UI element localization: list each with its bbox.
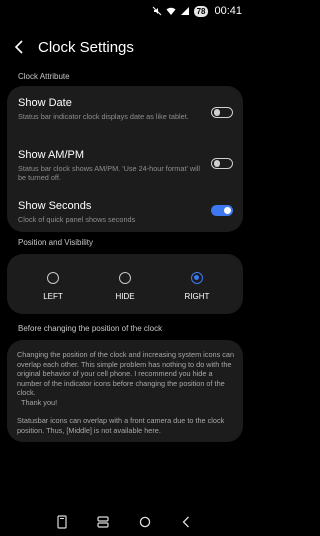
show-date-toggle[interactable] (211, 107, 233, 118)
battery-indicator: 78 (193, 5, 209, 17)
show-seconds-toggle[interactable] (211, 205, 233, 216)
back-arrow-icon[interactable] (12, 38, 26, 56)
mute-icon (152, 6, 162, 16)
notice-paragraph-1: Changing the position of the clock and i… (17, 350, 235, 397)
section-label-before-changing: Before changing the position of the cloc… (18, 324, 163, 333)
setting-title: Show Seconds (18, 200, 92, 212)
screenshot-icon[interactable] (54, 514, 70, 530)
setting-show-ampm[interactable]: Show AM/PM Status bar clock shows AM/PM.… (18, 149, 233, 182)
setting-title: Show AM/PM (18, 149, 85, 161)
notice-card: Changing the position of the clock and i… (7, 340, 243, 442)
radio-label: LEFT (43, 292, 63, 301)
home-icon[interactable] (137, 514, 153, 530)
setting-title: Show Date (18, 97, 72, 109)
position-option-hide[interactable]: HIDE (95, 272, 155, 301)
notice-paragraph-2: Statusbar icons can overlap with a front… (17, 416, 225, 435)
radio-label: HIDE (115, 292, 135, 301)
setting-desc: Clock of quick panel shows seconds (18, 215, 136, 224)
app-header: Clock Settings (12, 33, 134, 61)
setting-show-seconds[interactable]: Show Seconds Clock of quick panel shows … (18, 200, 233, 224)
position-option-right[interactable]: RIGHT (167, 272, 227, 301)
toggle-knob (213, 160, 220, 167)
section-label-clock-attribute: Clock Attribute (18, 72, 70, 81)
show-ampm-toggle[interactable] (211, 158, 233, 169)
status-time: 00:41 (214, 5, 242, 17)
section-label-position: Position and Visibility (18, 238, 94, 247)
radio-button[interactable] (119, 272, 131, 284)
position-option-left[interactable]: LEFT (23, 272, 83, 301)
wifi-icon (166, 6, 176, 16)
setting-desc: Status bar indicator clock displays date… (18, 112, 189, 121)
toggle-knob (213, 109, 220, 116)
page-title: Clock Settings (38, 38, 134, 56)
radio-label: RIGHT (184, 292, 210, 301)
back-nav-icon[interactable] (178, 514, 194, 530)
notice-thanks: Thank you! (21, 397, 58, 407)
position-radio-group: LEFT HIDE RIGHT (7, 254, 243, 314)
setting-show-date[interactable]: Show Date Status bar indicator clock dis… (18, 97, 233, 121)
clock-attribute-card: Show Date Status bar indicator clock dis… (7, 86, 243, 232)
toggle-knob (224, 207, 231, 214)
recent-apps-icon[interactable] (95, 514, 111, 530)
setting-desc: Status bar clock shows AM/PM. 'Use 24-ho… (18, 164, 201, 182)
radio-button-selected[interactable] (191, 272, 203, 284)
radio-button[interactable] (47, 272, 59, 284)
status-bar: 78 00:41 (0, 0, 250, 22)
position-card: LEFT HIDE RIGHT (7, 254, 243, 314)
navigation-bar (0, 510, 250, 536)
signal-icon (180, 6, 190, 16)
